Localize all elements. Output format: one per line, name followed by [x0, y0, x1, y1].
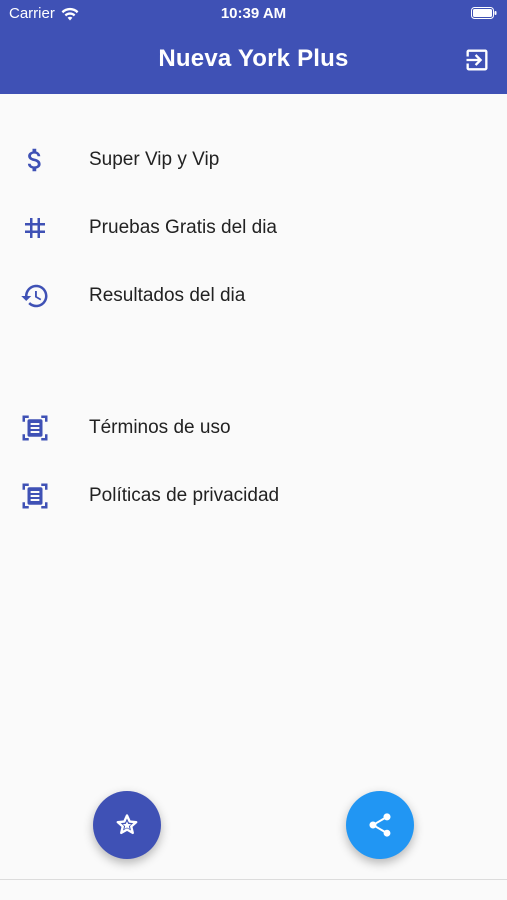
menu-item-super-vip[interactable]: Super Vip y Vip	[0, 126, 507, 194]
status-bar: Carrier 10:39 AM	[0, 0, 507, 28]
app-bar: Carrier 10:39 AM Nueva York Plus	[0, 0, 507, 94]
bottom-divider	[0, 879, 507, 880]
menu-item-resultados[interactable]: Resultados del dia	[0, 262, 507, 330]
share-icon	[369, 813, 391, 837]
history-icon	[20, 281, 50, 311]
share-fab-button[interactable]	[346, 791, 414, 859]
document-scan-icon	[20, 413, 50, 443]
menu-item-pruebas-gratis[interactable]: Pruebas Gratis del dia	[0, 194, 507, 262]
page-title: Nueva York Plus	[158, 45, 349, 72]
document-scan-icon	[20, 481, 50, 511]
menu-item-privacidad[interactable]: Políticas de privacidad	[0, 462, 507, 530]
menu-item-label: Super Vip y Vip	[89, 149, 220, 170]
menu-item-label: Resultados del dia	[89, 285, 246, 306]
menu-item-label: Pruebas Gratis del dia	[89, 217, 277, 238]
menu-item-label: Términos de uso	[89, 417, 231, 438]
logout-icon[interactable]	[463, 46, 491, 74]
star-icon	[116, 814, 138, 835]
menu-item-label: Políticas de privacidad	[89, 485, 280, 506]
status-time: 10:39 AM	[220, 5, 287, 22]
dollar-icon	[20, 145, 50, 175]
menu-item-terminos[interactable]: Términos de uso	[0, 394, 507, 462]
hash-icon	[20, 213, 50, 243]
battery-icon	[471, 7, 497, 19]
rate-fab-button[interactable]	[93, 791, 161, 859]
